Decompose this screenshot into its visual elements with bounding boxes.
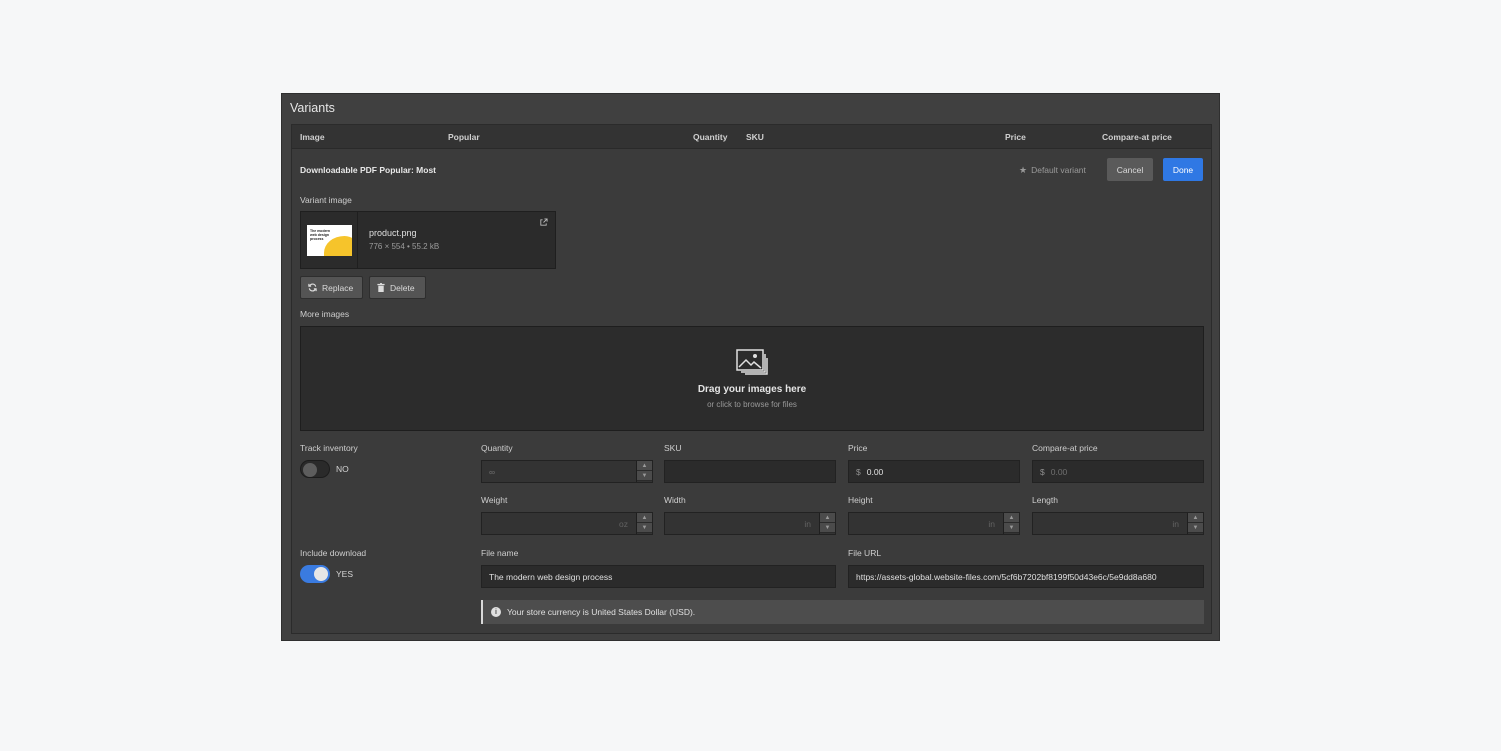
sku-label: SKU [664,443,682,453]
variant-image-label: Variant image [300,195,352,205]
product-thumbnail: The modern web design process [307,225,352,256]
compare-currency: $ [1040,466,1045,477]
length-stepper[interactable]: ▲ ▼ [1187,513,1203,534]
cancel-button[interactable]: Cancel [1107,158,1153,181]
price-label: Price [848,443,868,453]
quantity-input[interactable]: ∞ ▲ ▼ [481,460,653,483]
variant-title: Downloadable PDF Popular: Most [300,165,437,175]
track-inventory-label: Track inventory [300,443,358,453]
weight-input[interactable]: oz ▲ ▼ [481,512,653,535]
thumbnail-title: The modern web design process [310,229,331,241]
more-images-label: More images [300,309,350,319]
weight-stepper[interactable]: ▲ ▼ [636,513,652,534]
col-quantity: Quantity [693,132,728,142]
sku-input[interactable] [664,460,836,483]
track-inventory-state: NO [336,464,349,474]
col-image: Image [300,132,325,142]
file-name-label: File name [481,548,519,558]
toggle-knob [303,463,317,477]
star-icon: ★ [1019,165,1028,175]
info-icon: i [491,607,501,617]
variants-panel: Variants Image Popular Quantity SKU Pric… [281,93,1220,641]
length-label: Length [1032,495,1058,505]
width-stepper[interactable]: ▲ ▼ [819,513,835,534]
file-name-input[interactable]: The modern web design process [481,565,836,588]
file-url-input[interactable]: https://assets-global.website-files.com/… [848,565,1204,588]
replace-button[interactable]: Replace [300,276,363,299]
thumbnail-frame: The modern web design process [301,212,358,268]
images-icon [736,349,768,375]
height-stepper[interactable]: ▲ ▼ [1003,513,1019,534]
image-file-name: product.png [369,228,417,238]
include-download-label: Include download [300,548,367,558]
col-compare-at-price: Compare-at price [1102,132,1172,142]
file-url-value: https://assets-global.website-files.com/… [856,571,1157,582]
quantity-stepper[interactable]: ▲ ▼ [636,461,652,482]
compare-at-price-label: Compare-at price [1032,443,1098,453]
height-input[interactable]: in ▲ ▼ [848,512,1020,535]
image-dropzone[interactable]: Drag your images here or click to browse… [300,326,1204,431]
include-download-state: YES [336,569,354,579]
dropzone-title: Drag your images here [697,384,807,395]
external-link-icon[interactable] [539,218,548,227]
width-unit: in [804,519,811,529]
length-input[interactable]: in ▲ ▼ [1032,512,1204,535]
width-input[interactable]: in ▲ ▼ [664,512,836,535]
default-variant-label: Default variant [1031,165,1086,175]
compare-at-price-input[interactable]: $ 0.00 [1032,460,1204,483]
price-value: 0.00 [866,466,884,477]
length-unit: in [1172,519,1179,529]
file-name-value: The modern web design process [489,571,613,582]
quantity-value: ∞ [489,466,496,477]
currency-notice: i Your store currency is United States D… [481,600,1204,624]
width-label: Width [664,495,686,505]
weight-label: Weight [481,495,508,505]
variant-image-card[interactable]: The modern web design process product.pn… [300,211,556,269]
trash-icon [377,283,385,292]
file-url-label: File URL [848,548,882,558]
price-currency: $ [856,466,861,477]
height-unit: in [988,519,995,529]
col-price: Price [1005,132,1026,142]
height-label: Height [848,495,873,505]
done-button[interactable]: Done [1163,158,1203,181]
col-sku: SKU [746,132,764,142]
toggle-knob [314,567,328,581]
default-variant-button[interactable]: ★ Default variant [1019,165,1086,176]
panel-title: Variants [290,101,335,115]
weight-unit: oz [619,519,628,529]
dropzone-subtitle: or click to browse for files [707,400,797,409]
col-popular: Popular [448,132,480,142]
price-input[interactable]: $ 0.00 [848,460,1020,483]
compare-value: 0.00 [1050,466,1068,477]
include-download-toggle[interactable] [300,565,330,583]
refresh-icon [308,283,317,292]
table-header: Image Popular Quantity SKU Price Compare… [292,125,1211,149]
image-file-meta: 776 × 554 • 55.2 kB [369,242,440,251]
currency-notice-text: Your store currency is United States Dol… [507,607,696,617]
delete-label: Delete [390,282,415,293]
quantity-label: Quantity [481,443,513,453]
track-inventory-toggle[interactable] [300,460,330,478]
variants-table: Image Popular Quantity SKU Price Compare… [291,124,1212,634]
replace-label: Replace [322,282,354,293]
delete-button[interactable]: Delete [369,276,426,299]
